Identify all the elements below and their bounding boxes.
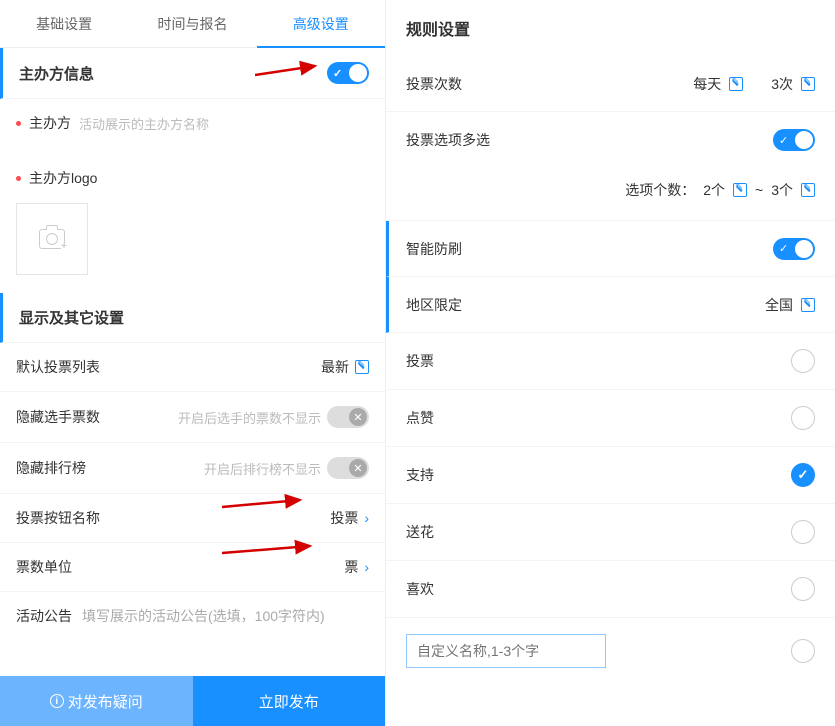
check-icon: ✓ [779,134,788,147]
check-icon: ✓ [333,67,342,80]
anti-brush-row: 智能防刷 ✓ [386,221,835,277]
tab-basic[interactable]: 基础设置 [0,0,128,47]
cross-icon: ✕ [349,408,367,426]
cross-icon: ✕ [349,459,367,477]
required-dot-icon [16,121,21,126]
option-like-label: 点赞 [406,408,434,428]
option-sep: ~ [755,182,763,198]
right-panel: 规则设置 投票次数 每天 3次 投票选项多选 ✓ 选项个数： 2个 ~ [386,0,835,726]
publish-button[interactable]: 立即发布 [193,676,386,726]
custom-name-input[interactable] [406,634,606,668]
tab-time[interactable]: 时间与报名 [128,0,256,47]
vote-unit-label: 票数单位 [16,557,72,577]
option-support-label: 支持 [406,465,434,485]
edit-icon[interactable] [733,183,747,197]
hide-votes-toggle[interactable]: ✕ [327,406,369,428]
vote-count-freq: 每天 [693,74,721,94]
default-list-label: 默认投票列表 [16,357,100,377]
option-love-row[interactable]: 喜欢 [386,561,835,618]
hide-rank-toggle[interactable]: ✕ [327,457,369,479]
hide-rank-hint: 开启后排行榜不显示 [204,459,321,478]
default-list-value: 最新 [321,357,349,377]
vote-unit-value: 票 [344,557,358,577]
rule-settings-title: 规则设置 [386,0,835,56]
edit-icon[interactable] [801,183,815,197]
option-min: 2个 [703,180,725,200]
option-vote-row[interactable]: 投票 [386,333,835,390]
organizer-toggle[interactable]: ✓ [327,62,369,84]
tab-advanced[interactable]: 高级设置 [257,0,385,47]
organizer-logo-row: 主办方logo [0,147,385,195]
info-icon: i [50,694,64,708]
hide-votes-label: 隐藏选手票数 [16,407,100,427]
vote-count-label: 投票次数 [406,74,462,94]
default-list-row[interactable]: 默认投票列表 最新 [0,343,385,392]
hide-rank-label: 隐藏排行榜 [16,458,86,478]
question-button[interactable]: i 对发布疑问 [0,676,193,726]
question-button-label: 对发布疑问 [68,691,143,712]
vote-btn-name-value: 投票 [330,508,358,528]
organizer-label: 主办方 [29,113,71,133]
radio-flower[interactable] [791,520,815,544]
hide-votes-hint: 开启后选手的票数不显示 [178,408,321,427]
option-like-row[interactable]: 点赞 [386,390,835,447]
bottom-bar: i 对发布疑问 立即发布 [0,676,385,726]
region-value: 全国 [765,295,793,315]
notice-label: 活动公告 [16,606,72,626]
logo-upload-box[interactable]: + [16,203,88,275]
option-custom-row[interactable] [386,618,835,684]
radio-custom[interactable] [791,639,815,663]
anti-brush-toggle[interactable]: ✓ [773,238,815,260]
option-count-row: 选项个数： 2个 ~ 3个 [386,168,835,221]
display-section-title: 显示及其它设置 [19,307,124,328]
option-flower-label: 送花 [406,522,434,542]
multi-select-toggle[interactable]: ✓ [773,129,815,151]
multi-select-row: 投票选项多选 ✓ [386,112,835,168]
edit-icon[interactable] [801,298,815,312]
check-icon: ✓ [779,242,788,255]
option-love-label: 喜欢 [406,579,434,599]
hide-rank-row: 隐藏排行榜 开启后排行榜不显示 ✕ [0,443,385,494]
hide-votes-row: 隐藏选手票数 开启后选手的票数不显示 ✕ [0,392,385,443]
organizer-logo-label: 主办方logo [29,168,97,188]
option-max: 3个 [771,180,793,200]
radio-support[interactable] [791,463,815,487]
display-section-header: 显示及其它设置 [0,293,385,343]
camera-icon: + [39,229,65,249]
vote-count-num: 3次 [771,74,793,94]
edit-icon[interactable] [729,77,743,91]
chevron-right-icon: › [364,559,369,575]
edit-icon[interactable] [355,360,369,374]
notice-placeholder: 填写展示的活动公告(选填，100字符内) [82,606,369,626]
notice-row[interactable]: 活动公告 填写展示的活动公告(选填，100字符内) [0,592,385,640]
vote-unit-row[interactable]: 票数单位 票 › [0,543,385,592]
option-flower-row[interactable]: 送花 [386,504,835,561]
edit-icon[interactable] [801,77,815,91]
organizer-section-header: 主办方信息 ✓ [0,48,385,99]
required-dot-icon [16,176,21,181]
left-panel: 基础设置 时间与报名 高级设置 主办方信息 ✓ 主办方 活动展示的主办方名称 [0,0,386,726]
tabs: 基础设置 时间与报名 高级设置 [0,0,385,48]
region-label: 地区限定 [406,295,462,315]
radio-like[interactable] [791,406,815,430]
radio-vote[interactable] [791,349,815,373]
organizer-desc: 活动展示的主办方名称 [79,114,209,133]
vote-btn-name-row[interactable]: 投票按钮名称 投票 › [0,494,385,543]
organizer-name-row[interactable]: 主办方 活动展示的主办方名称 [0,99,385,147]
region-row[interactable]: 地区限定 全国 [386,277,835,333]
multi-select-label: 投票选项多选 [406,130,490,150]
chevron-right-icon: › [364,510,369,526]
publish-button-label: 立即发布 [259,691,319,712]
option-count-label: 选项个数： [625,180,695,200]
vote-btn-name-label: 投票按钮名称 [16,508,100,528]
vote-count-row: 投票次数 每天 3次 [386,56,835,112]
radio-love[interactable] [791,577,815,601]
option-vote-label: 投票 [406,351,434,371]
option-support-row[interactable]: 支持 [386,447,835,504]
anti-brush-label: 智能防刷 [406,239,462,259]
organizer-section-title: 主办方信息 [19,63,94,84]
